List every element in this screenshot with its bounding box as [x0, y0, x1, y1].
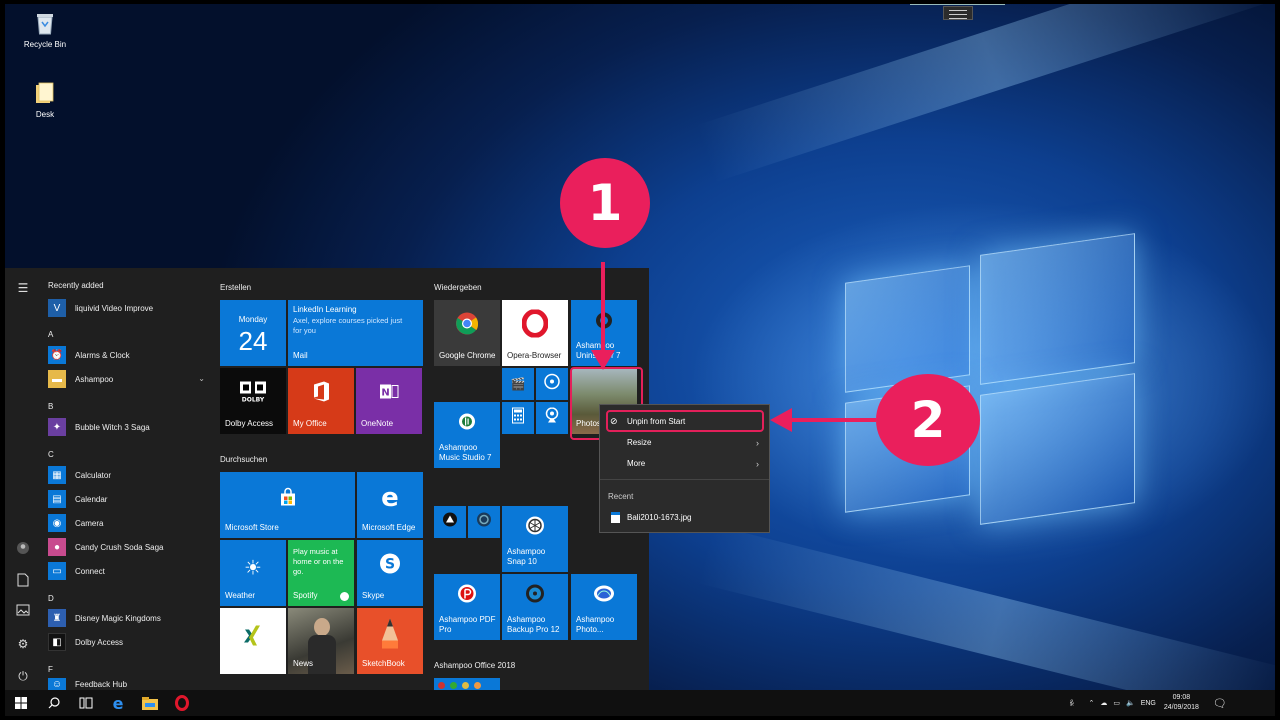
task-view-icon[interactable]: [77, 694, 95, 712]
start-button-windows-icon[interactable]: [12, 694, 30, 712]
search-icon[interactable]: [45, 694, 63, 712]
opera-taskbar-icon[interactable]: [173, 694, 191, 712]
volume-icon[interactable]: 🔈: [1126, 699, 1135, 707]
edge-taskbar-icon[interactable]: e: [109, 694, 127, 713]
people-icon[interactable]: ꆜ: [1069, 698, 1074, 708]
onedrive-cloud-icon[interactable]: ☁: [1100, 699, 1107, 707]
step-badge-2: 2: [876, 374, 980, 466]
step-badge-1: 1: [560, 158, 650, 248]
action-center-icon[interactable]: 🗨: [1213, 697, 1227, 710]
clock[interactable]: 09:08 24/09/2018: [1164, 693, 1199, 713]
network-icon[interactable]: ▭: [1113, 699, 1120, 707]
annotation-arrows: [591, 262, 876, 432]
file-explorer-icon[interactable]: [141, 694, 159, 712]
language-indicator[interactable]: ENG: [1141, 700, 1156, 707]
system-tray: ꆜ ⌃ ☁ ▭ 🔈 ENG 09:08 24/09/2018 🗨: [1069, 690, 1227, 716]
show-hidden-icons-chevron-up-icon[interactable]: ⌃: [1088, 699, 1094, 707]
taskbar: e ꆜ ⌃ ☁ ▭ 🔈 ENG 09:08 24/09/2018 🗨: [5, 690, 1275, 716]
